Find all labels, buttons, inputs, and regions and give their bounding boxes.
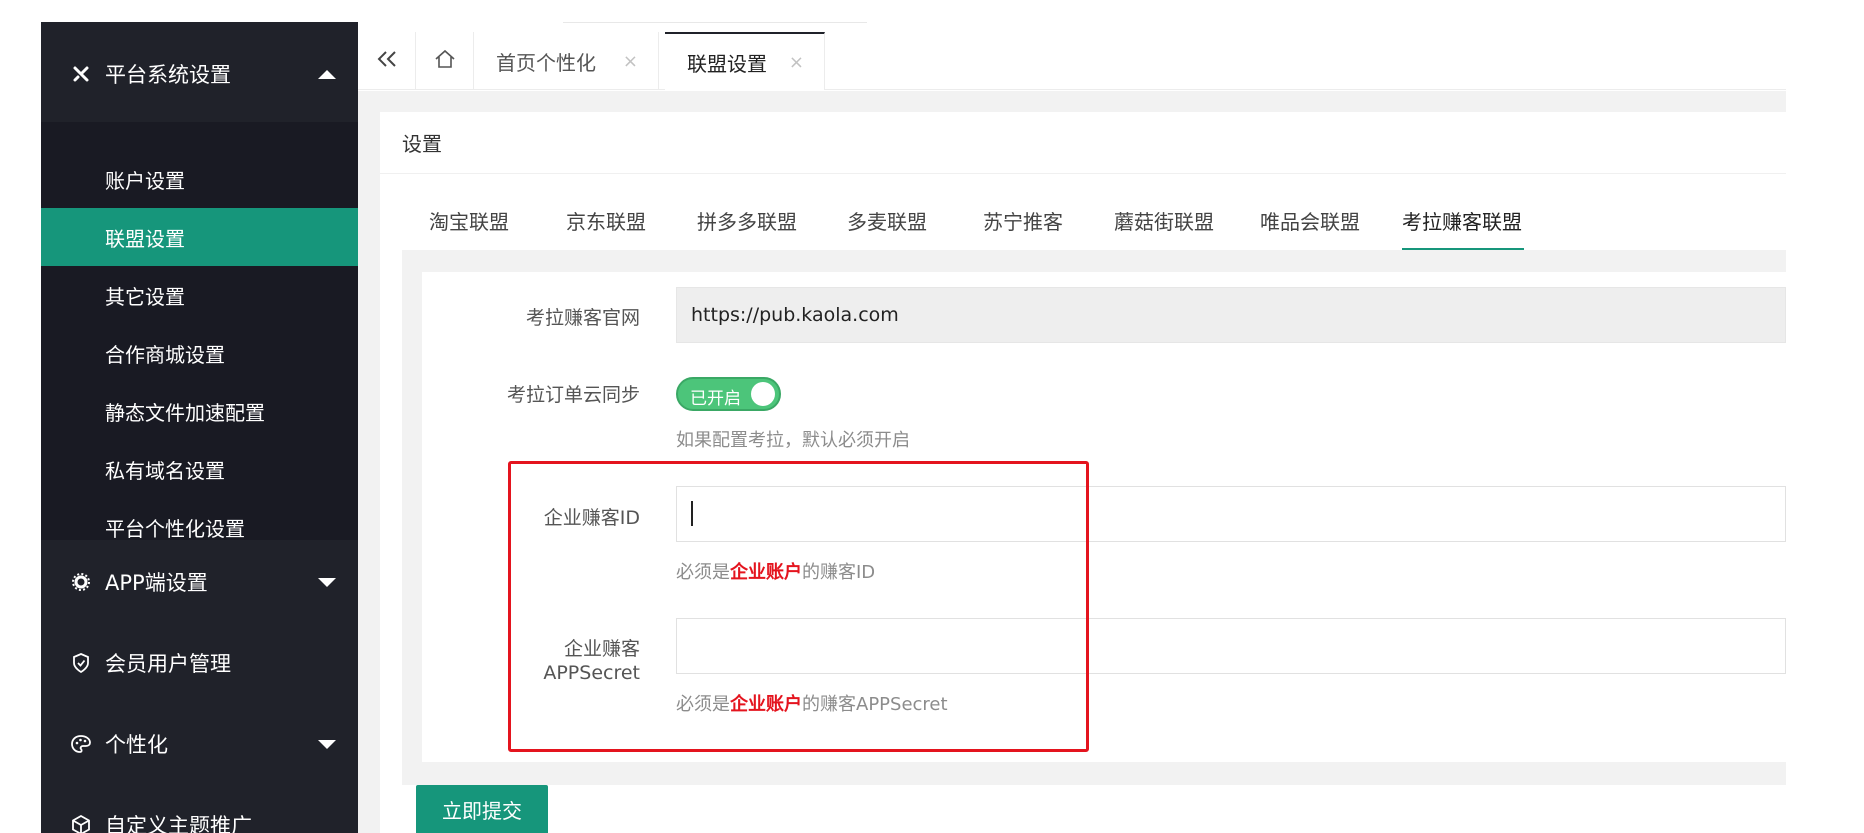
- home-button[interactable]: [416, 32, 474, 90]
- caret-down-icon: [318, 577, 336, 587]
- tab-homepage-personalize[interactable]: 首页个性化 ×: [474, 32, 659, 90]
- gear-icon: [71, 572, 91, 592]
- toggle-label: 已开启: [690, 389, 741, 409]
- sidebar-item-label: 静态文件加速配置: [105, 400, 265, 425]
- site-label: 考拉赚客官网: [525, 307, 640, 329]
- nav-group-custom-theme[interactable]: 自定义主题推广: [41, 800, 358, 833]
- tab-label: 首页个性化: [496, 50, 596, 75]
- hint-emphasis: 企业账户: [730, 694, 802, 715]
- page-right-margin: [1786, 0, 1864, 833]
- tools-icon: [71, 64, 91, 84]
- app-secret-input[interactable]: [676, 618, 1786, 674]
- nav-group-label: 平台系统设置: [105, 63, 231, 87]
- sidebar-item-label: 联盟设置: [105, 226, 185, 251]
- text-caret: [691, 501, 693, 526]
- nav-group-label: APP端设置: [105, 571, 208, 595]
- sidebar-item-other[interactable]: 其它设置: [41, 266, 358, 324]
- nav-group-label: 个性化: [105, 733, 168, 757]
- hint-text: 的赚客APPSecret: [802, 694, 948, 715]
- site-url-field[interactable]: [676, 287, 1786, 343]
- caret-down-icon: [318, 739, 336, 749]
- card-title: 设置: [380, 112, 1786, 174]
- enterprise-id-label: 企业赚客ID: [543, 507, 640, 529]
- sidebar-item-account[interactable]: 账户设置: [41, 150, 358, 208]
- sidebar-item-static-cdn[interactable]: 静态文件加速配置: [41, 382, 358, 440]
- nav-group-platform-settings[interactable]: 平台系统设置: [41, 49, 358, 99]
- nav-group-member-management[interactable]: 会员用户管理: [41, 638, 358, 688]
- hint-emphasis: 企业账户: [730, 562, 802, 583]
- hint-text: 必须是: [676, 562, 730, 583]
- sync-label: 考拉订单云同步: [506, 384, 640, 406]
- home-icon: [434, 49, 456, 73]
- top-divider: [563, 22, 867, 23]
- nav-group-label: 会员用户管理: [105, 652, 231, 676]
- tab-label: 联盟设置: [687, 51, 767, 76]
- tab-kaola[interactable]: 考拉赚客联盟: [1402, 206, 1524, 251]
- sidebar-item-private-domain[interactable]: 私有域名设置: [41, 440, 358, 498]
- sidebar-item-label: 合作商城设置: [105, 342, 225, 367]
- sidebar-item-alliance[interactable]: 联盟设置: [41, 208, 358, 266]
- double-chevron-left-icon: [376, 50, 398, 72]
- submit-button[interactable]: 立即提交: [416, 785, 548, 833]
- sidebar-item-label: 账户设置: [105, 168, 185, 193]
- app-secret-label-line2: APPSecret: [543, 662, 640, 684]
- shield-check-icon: [71, 653, 91, 673]
- toggle-knob: [751, 382, 775, 406]
- nav-group-label: 自定义主题推广: [105, 814, 252, 833]
- nav-group-app-settings[interactable]: APP端设置: [41, 557, 358, 607]
- tab-alliance-settings[interactable]: 联盟设置 ×: [665, 32, 825, 90]
- cube-icon: [71, 815, 91, 833]
- app-secret-hint: 必须是企业账户的赚客APPSecret: [676, 690, 948, 716]
- sidebar-item-platform-personalize[interactable]: 平台个性化设置: [41, 498, 358, 556]
- enterprise-id-input[interactable]: [676, 486, 1786, 542]
- close-icon[interactable]: ×: [789, 52, 804, 73]
- sidebar-item-label: 私有域名设置: [105, 458, 225, 483]
- sidebar-item-partner-mall[interactable]: 合作商城设置: [41, 324, 358, 382]
- hint-text: 的赚客ID: [802, 562, 876, 583]
- sidebar-item-label: 其它设置: [105, 284, 185, 309]
- sidebar-item-label: 平台个性化设置: [105, 516, 245, 541]
- close-icon[interactable]: ×: [623, 51, 638, 72]
- submenu: 账户设置 联盟设置 其它设置 合作商城设置 静态文件加速配置 私有域名设置 平台…: [41, 122, 358, 541]
- hint-text: 必须是: [676, 694, 730, 715]
- sync-hint: 如果配置考拉，默认必须开启: [676, 430, 910, 451]
- collapse-sidebar-button[interactable]: [358, 32, 416, 90]
- app-secret-label-line1: 企业赚客: [563, 638, 640, 660]
- cloud-sync-toggle[interactable]: 已开启: [676, 377, 781, 411]
- enterprise-id-hint: 必须是企业账户的赚客ID: [676, 558, 875, 584]
- caret-up-icon: [318, 69, 336, 79]
- sidebar: 平台系统设置 账户设置 联盟设置 其它设置 合作商城设置 静态文件加速配置 私有…: [41, 22, 358, 833]
- palette-icon: [71, 734, 91, 754]
- nav-group-personalize[interactable]: 个性化: [41, 719, 358, 769]
- tab-bar: 首页个性化 × 联盟设置 ×: [358, 32, 1786, 90]
